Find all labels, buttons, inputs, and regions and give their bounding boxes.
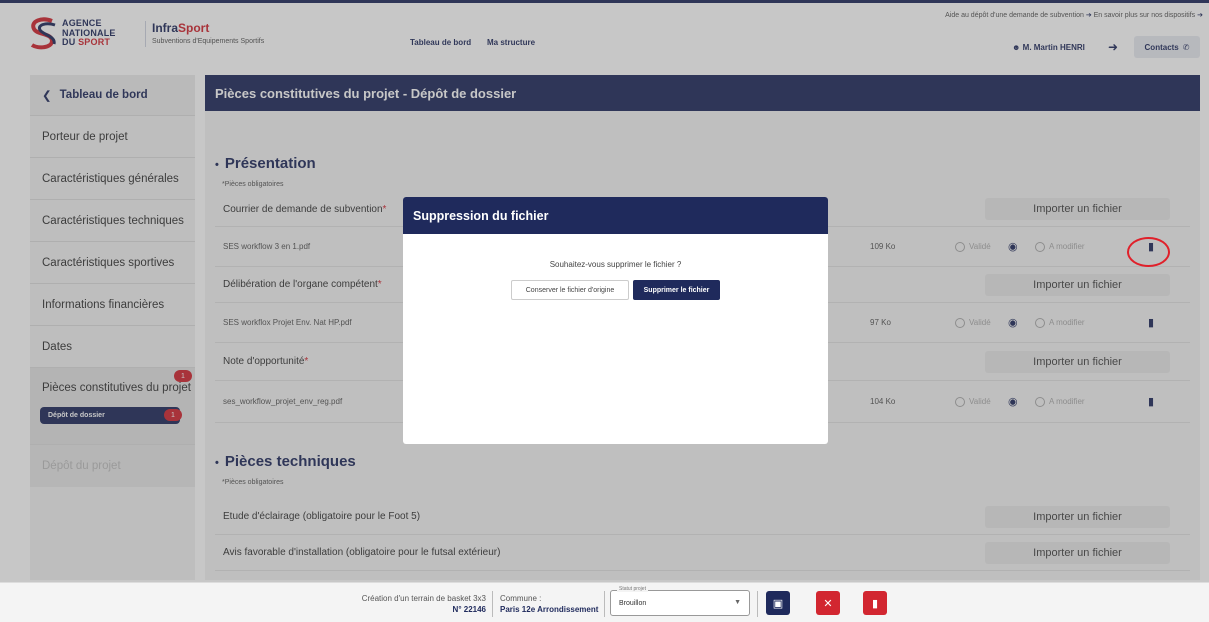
status-select-value: Brouillon	[619, 600, 647, 607]
save-button[interactable]: ▣	[766, 591, 790, 615]
trash-icon: ▮	[871, 597, 879, 610]
chevron-down-icon: ▼	[734, 599, 741, 606]
cancel-button[interactable]: ✕	[816, 591, 840, 615]
close-icon: ✕	[823, 597, 833, 610]
trash-highlight-annotation	[1127, 237, 1170, 267]
delete-project-button[interactable]: ▮	[863, 591, 887, 615]
footer-project-number: N° 22146	[452, 605, 486, 614]
footer-bar: Création d'un terrain de basket 3x3 N° 2…	[0, 582, 1209, 622]
footer-divider	[604, 591, 605, 617]
footer-commune-label: Commune :	[500, 594, 542, 603]
modal-question: Souhaitez-vous supprimer le fichier ?	[549, 260, 682, 269]
delete-file-modal: Suppression du fichier Souhaitez-vous su…	[403, 197, 828, 444]
status-select-label: Statut projet	[617, 586, 648, 592]
footer-commune: Commune : Paris 12e Arrondissement	[500, 593, 598, 615]
keep-original-file-button[interactable]: Conserver le fichier d'origine	[511, 280, 629, 300]
footer-divider	[757, 591, 758, 617]
status-select[interactable]: Statut projet Brouillon ▼	[610, 586, 750, 616]
modal-title: Suppression du fichier	[403, 197, 828, 234]
footer-project-name: Création d'un terrain de basket 3x3	[361, 594, 486, 603]
footer-project: Création d'un terrain de basket 3x3 N° 2…	[300, 593, 486, 615]
delete-file-button[interactable]: Supprimer le fichier	[633, 280, 720, 300]
footer-divider	[492, 591, 493, 617]
save-icon: ▣	[772, 597, 784, 610]
footer-commune-value: Paris 12e Arrondissement	[500, 605, 599, 614]
